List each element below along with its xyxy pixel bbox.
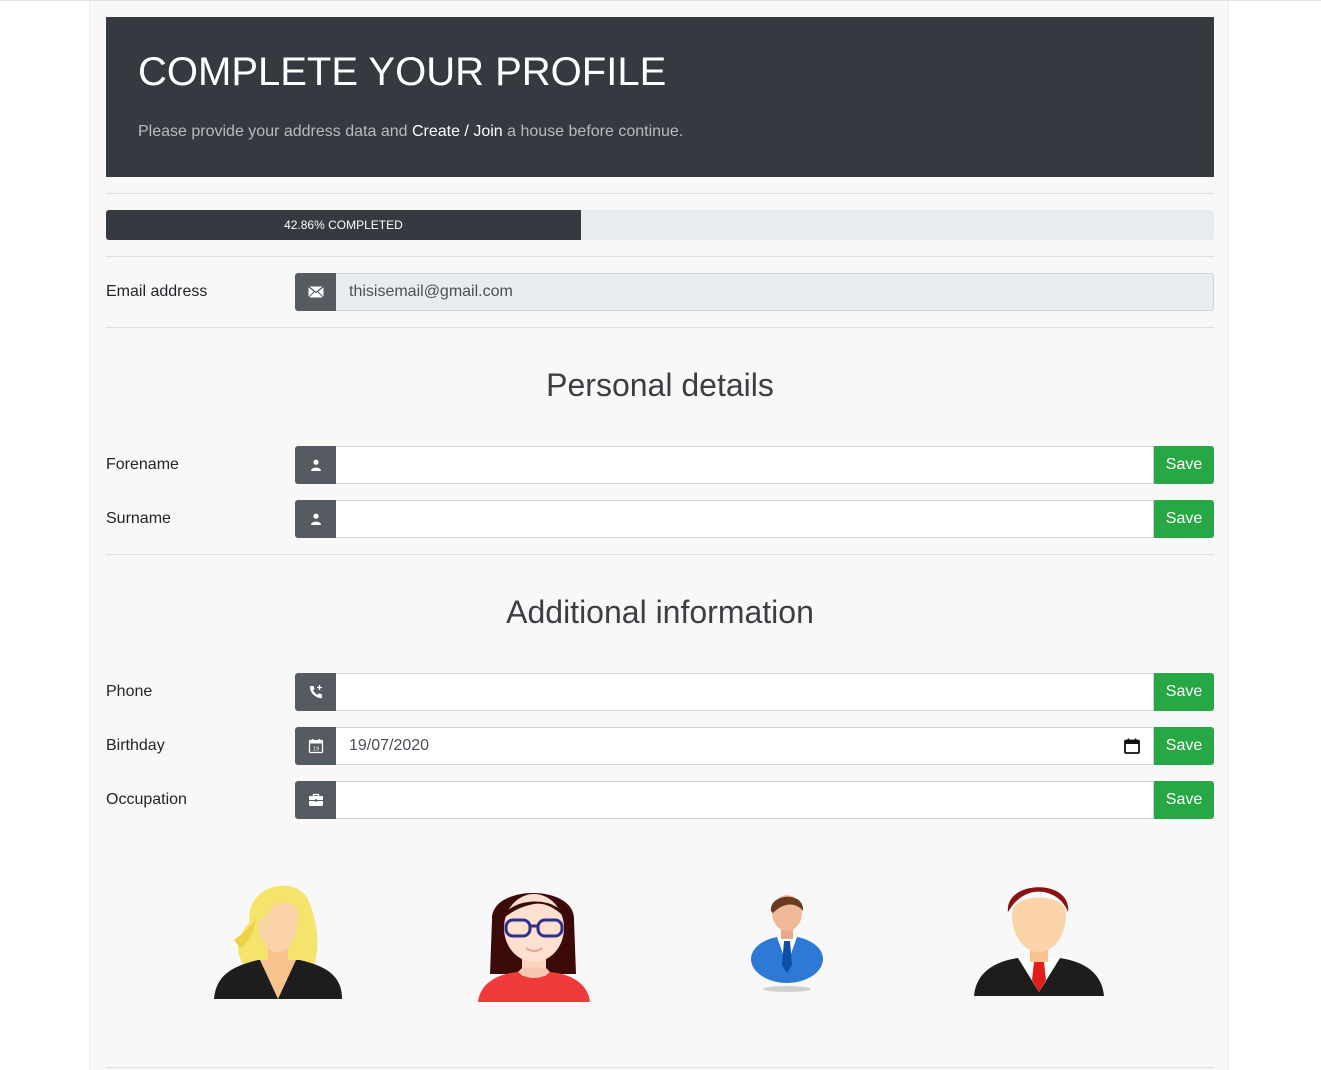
user-icon <box>295 446 336 484</box>
save-surname-button[interactable]: Save <box>1154 500 1214 538</box>
surname-input[interactable] <box>336 500 1154 538</box>
divider <box>106 327 1214 328</box>
calendar-icon: 19 <box>295 727 336 765</box>
blonde-woman-avatar[interactable] <box>214 874 344 1004</box>
glasses-woman-avatar[interactable] <box>478 876 590 1004</box>
save-birthday-button[interactable]: Save <box>1154 727 1214 765</box>
date-picker-icon[interactable] <box>1124 738 1140 754</box>
phone-row: Phone Save <box>106 673 1214 711</box>
create-text: Create <box>411 123 460 140</box>
birthday-date-input[interactable] <box>336 727 1154 765</box>
divider <box>106 554 1214 555</box>
forename-row: Forename Save <box>106 446 1214 484</box>
forename-label: Forename <box>106 456 179 473</box>
occupation-row: Occupation Save <box>106 781 1214 819</box>
progress-bar-fill: 42.86% COMPLETED <box>106 210 581 240</box>
birthday-row: Birthday 19 Save <box>106 727 1214 765</box>
forename-input-group: Save <box>295 446 1214 484</box>
envelope-icon <box>295 273 336 311</box>
surname-row: Surname Save <box>106 500 1214 538</box>
phone-input[interactable] <box>336 673 1154 711</box>
email-field[interactable] <box>336 273 1214 311</box>
birthday-label: Birthday <box>106 737 165 754</box>
page-subtitle: Please provide your address data and Cre… <box>138 123 683 141</box>
phone-plus-icon <box>295 673 336 711</box>
divider <box>106 1067 1214 1068</box>
occupation-label: Occupation <box>106 791 187 808</box>
phone-label: Phone <box>106 683 153 700</box>
email-input-group <box>295 273 1214 311</box>
occupation-input[interactable] <box>336 781 1154 819</box>
jumbotron-header: COMPLETE YOUR PROFILE Please provide you… <box>106 17 1214 177</box>
email-label: Email address <box>106 283 208 300</box>
subtitle-text: Please provide your address data and <box>138 123 412 140</box>
page-title: COMPLETE YOUR PROFILE <box>138 50 667 94</box>
svg-text:19: 19 <box>312 747 318 753</box>
page-container: COMPLETE YOUR PROFILE Please provide you… <box>89 1 1229 1070</box>
email-row: Email address <box>106 273 1214 311</box>
briefcase-icon <box>295 781 336 819</box>
divider <box>106 193 1214 194</box>
forename-input[interactable] <box>336 446 1154 484</box>
save-forename-button[interactable]: Save <box>1154 446 1214 484</box>
separator-text: / <box>459 123 474 140</box>
save-occupation-button[interactable]: Save <box>1154 781 1214 819</box>
progress-bar-track: 42.86% COMPLETED <box>106 210 1214 240</box>
personal-details-heading: Personal details <box>546 367 774 403</box>
birthday-input-group: 19 Save <box>295 727 1214 765</box>
birthday-date-wrapper <box>336 727 1154 765</box>
phone-input-group: Save <box>295 673 1214 711</box>
businessman-blue-avatar[interactable] <box>749 891 825 995</box>
businessman-red-tie-avatar[interactable] <box>974 874 1104 1000</box>
subtitle-end-text: a house before continue. <box>502 123 684 140</box>
additional-information-heading: Additional information <box>506 594 814 630</box>
occupation-input-group: Save <box>295 781 1214 819</box>
surname-input-group: Save <box>295 500 1214 538</box>
save-phone-button[interactable]: Save <box>1154 673 1214 711</box>
user-icon <box>295 500 336 538</box>
divider <box>106 256 1214 257</box>
surname-label: Surname <box>106 510 171 527</box>
join-text: Join <box>473 123 503 140</box>
